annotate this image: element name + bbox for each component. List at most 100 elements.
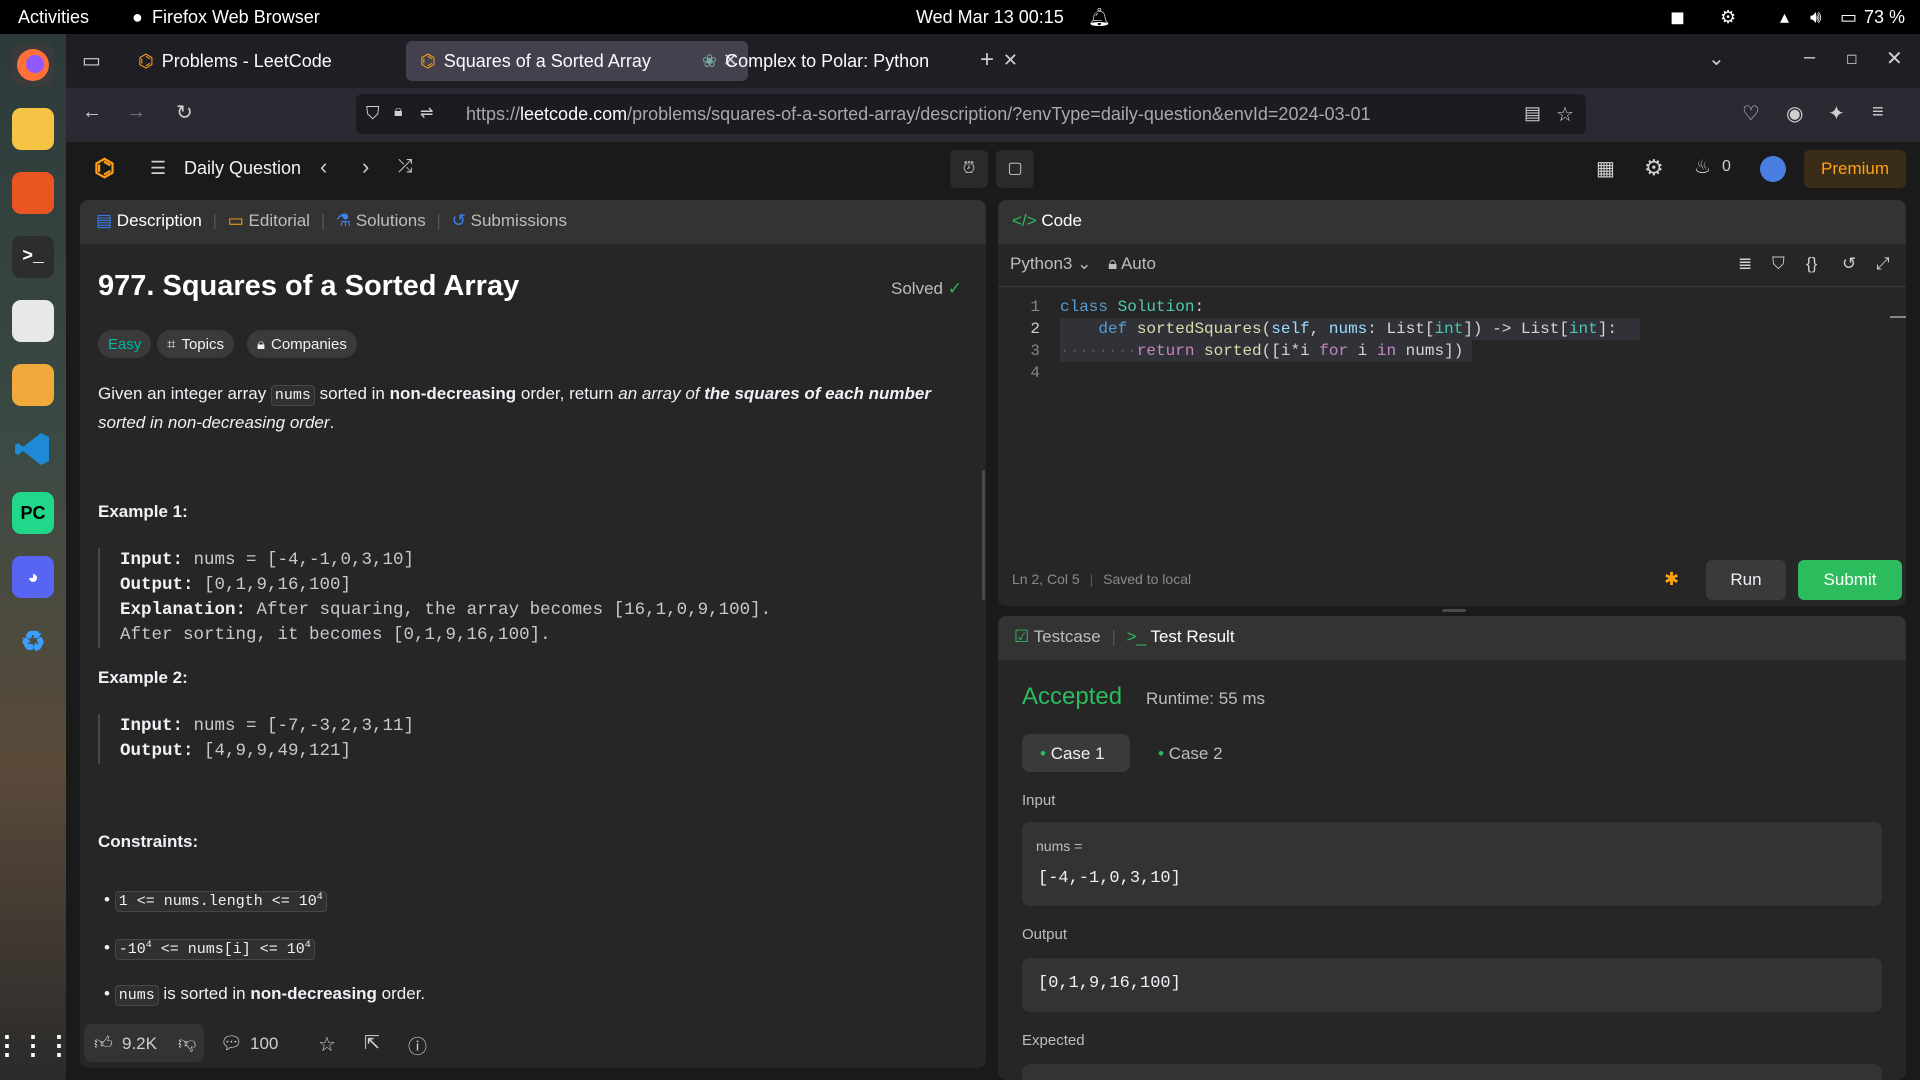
firefox-view-icon[interactable]: ▭	[82, 48, 101, 73]
lock-icon[interactable]: 🔒︎	[394, 103, 403, 121]
new-tab-plus-icon[interactable]: +	[980, 46, 994, 74]
thumbs-up-icon[interactable]: 👍︎	[94, 1032, 113, 1054]
discord-tray-icon[interactable]: ◼	[1670, 7, 1685, 28]
editorial-tab-icon: ▭	[227, 211, 244, 230]
back-arrow-icon[interactable]: ←	[82, 101, 102, 124]
problem-list-icon[interactable]: ☰	[150, 158, 166, 179]
system-tray-icon[interactable]: ⚙	[1720, 7, 1736, 28]
code-panel-header: </> Code	[1012, 211, 1082, 231]
tab-complex-polar[interactable]: ❀ Complex to Polar: Python ✕	[688, 41, 1028, 81]
tab-editorial[interactable]: Editorial	[249, 211, 310, 230]
submit-button[interactable]: Submit	[1798, 560, 1902, 600]
description-scrollbar[interactable]	[982, 470, 985, 600]
braces-icon[interactable]: {}	[1806, 254, 1817, 274]
leetcode-header: ⌬ ☰ Daily Question ‹ › ⤮ ⏰︎ ▢ ▦ ⚙ ♨ 0 Pr…	[66, 142, 1920, 196]
leetcode-logo-icon[interactable]: ⌬	[94, 154, 115, 183]
run-button[interactable]: Run	[1706, 560, 1786, 600]
companies-chip[interactable]: 🔒︎ Companies	[247, 330, 357, 358]
avatar[interactable]	[1760, 156, 1786, 182]
shuffle-icon[interactable]: ⤮	[398, 156, 412, 177]
code-line-2[interactable]: def sortedSquares(self, nums: List[int])…	[1060, 320, 1617, 338]
streak-flame-icon[interactable]: ♨	[1694, 156, 1711, 179]
input-label: Input	[1022, 792, 1056, 809]
mode-auto[interactable]: Auto	[1121, 254, 1156, 273]
input-value[interactable]: [-4,-1,0,3,10]	[1038, 869, 1181, 888]
problem-title[interactable]: 977. Squares of a Sorted Array	[98, 270, 519, 303]
url-bar[interactable]: ⛉ 🔒︎ ⇌ https://leetcode.com/problems/squ…	[356, 94, 1586, 134]
puzzle-app-dock-icon[interactable]	[12, 364, 54, 406]
trash-dock-icon[interactable]: ♻	[12, 620, 54, 662]
extensions-icon[interactable]: ✦	[1828, 101, 1845, 126]
permissions-icon[interactable]: ⇌	[420, 103, 433, 123]
help-icon[interactable]: ⓘ	[408, 1032, 427, 1059]
topics-chip[interactable]: ⌗ Topics	[157, 330, 234, 358]
output-value[interactable]: [0,1,9,16,100]	[1038, 974, 1181, 993]
volume-icon[interactable]: 🔊︎	[1810, 7, 1821, 28]
discord-dock-icon[interactable]: ◕	[12, 556, 54, 598]
debug-icon[interactable]: ✱	[1664, 569, 1679, 590]
url-text[interactable]: https://leetcode.com/problems/squares-of…	[466, 104, 1371, 125]
reader-view-icon[interactable]: ▤	[1524, 103, 1541, 124]
chevron-down-icon[interactable]: ⌄	[1077, 254, 1096, 273]
format-icon[interactable]: ≣	[1738, 254, 1752, 274]
comment-icon[interactable]: 💬︎	[220, 1033, 243, 1054]
clock[interactable]: Wed Mar 13 00:15	[916, 7, 1064, 28]
timer-icon[interactable]: ⏰︎	[950, 150, 988, 188]
next-problem-chevron-icon[interactable]: ›	[362, 154, 369, 180]
dock: >_ PC ◕ ♻ ⋮⋮⋮	[0, 34, 72, 1080]
account-icon[interactable]: ◉	[1786, 101, 1803, 126]
reload-icon[interactable]: ↻	[176, 100, 193, 125]
tab-submissions[interactable]: Submissions	[471, 211, 567, 230]
reset-icon[interactable]: ↺	[1842, 254, 1856, 274]
share-icon[interactable]: ⇱	[364, 1032, 380, 1055]
text-editor-dock-icon[interactable]	[12, 300, 54, 342]
battery-icon[interactable]: ▭	[1840, 7, 1857, 28]
code-panel-title: Code	[1041, 211, 1082, 230]
pycharm-dock-icon[interactable]: PC	[12, 492, 54, 534]
tab-testcase[interactable]: Testcase	[1034, 627, 1101, 646]
files-dock-icon[interactable]	[12, 108, 54, 150]
pocket-icon[interactable]: ♡	[1742, 101, 1760, 126]
terminal-dock-icon[interactable]: >_	[12, 236, 54, 278]
settings-gear-icon[interactable]: ⚙	[1644, 155, 1664, 181]
input-box	[1022, 822, 1882, 906]
language-select[interactable]: Python3	[1010, 254, 1072, 273]
premium-button[interactable]: Premium	[1804, 150, 1906, 188]
tab-list-chevron-icon[interactable]: ⌄	[1708, 46, 1725, 71]
example-2-block: Input: nums = [-7,-3,2,3,11] Output: [4,…	[98, 714, 414, 764]
shield-icon[interactable]: ⛉	[366, 103, 380, 124]
favorite-star-icon[interactable]: ☆	[318, 1032, 336, 1057]
difficulty-badge: Easy	[98, 330, 152, 358]
notes-icon[interactable]: ▢	[996, 150, 1034, 188]
panel-resize-handle[interactable]	[1442, 609, 1466, 612]
wifi-icon[interactable]: ▴	[1780, 7, 1789, 28]
code-line-3[interactable]: ········return sorted([i*i for i in nums…	[1060, 342, 1463, 360]
tab-solutions[interactable]: Solutions	[356, 211, 426, 230]
layout-grid-icon[interactable]: ▦	[1596, 156, 1615, 181]
bookmark-star-icon[interactable]: ☆	[1556, 102, 1574, 127]
expected-box	[1022, 1064, 1882, 1080]
vscode-dock-icon[interactable]	[12, 428, 54, 470]
thumbs-down-icon[interactable]: 👎︎	[178, 1032, 196, 1054]
result-tabs: ☑ Testcase | >_ Test Result	[1014, 627, 1235, 646]
check-circle-icon: ✓	[947, 279, 962, 298]
minimize-icon[interactable]: –	[1804, 46, 1815, 69]
forward-arrow-icon[interactable]: →	[126, 101, 146, 124]
maximize-icon[interactable]: ◻	[1846, 50, 1858, 67]
close-icon[interactable]: ✕	[1003, 50, 1018, 71]
code-line-1[interactable]: class Solution:	[1060, 298, 1204, 316]
app-grid-icon[interactable]: ⋮⋮⋮	[0, 1024, 72, 1066]
tab-test-result[interactable]: Test Result	[1150, 627, 1234, 646]
daily-question-link[interactable]: Daily Question	[184, 158, 301, 179]
software-dock-icon[interactable]	[12, 172, 54, 214]
bookmark-icon[interactable]: ⛉	[1772, 254, 1785, 274]
menu-hamburger-icon[interactable]: ≡	[1872, 101, 1884, 124]
app-menu[interactable]: Firefox Web Browser	[152, 7, 320, 28]
case-2-tab[interactable]: • Case 2	[1158, 744, 1223, 764]
activities-button[interactable]: Activities	[18, 7, 89, 28]
tab-description[interactable]: Description	[117, 211, 202, 230]
prev-problem-chevron-icon[interactable]: ‹	[320, 154, 327, 180]
fullscreen-icon[interactable]: ⤢	[1876, 254, 1890, 274]
window-close-icon[interactable]: ✕	[1886, 46, 1903, 71]
firefox-dock-icon[interactable]	[12, 44, 54, 86]
